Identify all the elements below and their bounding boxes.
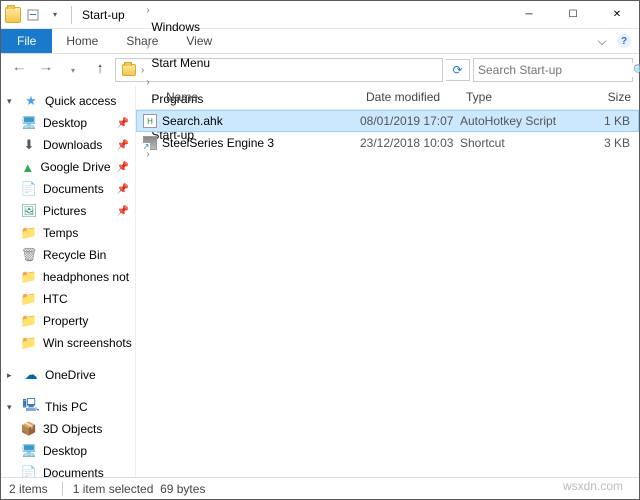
status-bar: 2 items 1 item selected 69 bytes [1,477,639,499]
sidebar-item[interactable]: 📁HTC [1,288,135,310]
ribbon: File Home Share View ⌵ ? [1,29,639,54]
file-size: 3 KB [578,136,638,150]
qat-dropdown-icon[interactable]: ▾ [45,5,65,25]
nav-recent-dropdown[interactable]: ▾ [61,58,85,82]
chevron-down-icon[interactable]: ▾ [7,96,17,107]
folder-icon: 🖥 [21,115,37,131]
sidebar-this-pc[interactable]: ▾🖳This PC [1,396,135,418]
column-type[interactable]: Type [460,86,578,109]
sidebar-item[interactable]: 📄Documents📌 [1,178,135,200]
sidebar-item[interactable]: 📦3D Objects [1,418,135,440]
sidebar-item[interactable]: ⬇Downloads📌 [1,134,135,156]
file-row[interactable]: H Search.ahk08/01/2019 17:07AutoHotkey Sc… [136,110,639,132]
folder-icon: 📁 [21,225,37,241]
quick-access-toolbar: ▾ Start-up [1,5,129,25]
sidebar-item[interactable]: 📁Win screenshots [1,332,135,354]
star-icon: ★ [23,93,39,109]
navigation-pane[interactable]: ▾★Quick access 🖥Desktop📌⬇Downloads📌▲Goog… [1,86,135,478]
sidebar-item[interactable]: 🖥Desktop📌 [1,112,135,134]
search-icon[interactable]: 🔍 [633,64,640,77]
file-type: AutoHotkey Script [460,114,578,128]
chevron-right-icon[interactable]: › [145,41,150,52]
ahk-file-icon: H [143,114,157,128]
folder-icon: ⬇ [21,137,37,153]
breadcrumb-item[interactable]: Windows [145,16,216,38]
search-box[interactable]: 🔍 [473,58,633,82]
main-area: ▾★Quick access 🖥Desktop📌⬇Downloads📌▲Goog… [1,86,639,478]
nav-back-button[interactable]: 🠐 [7,58,31,82]
folder-icon: ▲ [21,159,35,175]
pc-icon: 🖳 [23,399,39,415]
pin-icon: 📌 [117,118,129,129]
ribbon-file-tab[interactable]: File [1,29,52,53]
breadcrumb-icon [122,64,136,76]
folder-icon: 📁 [21,313,37,329]
sidebar-item[interactable]: 📁Temps [1,222,135,244]
refresh-button[interactable]: ⟳ [446,59,470,81]
column-name[interactable]: Name [160,86,360,109]
ribbon-expand-icon[interactable]: ⌵ [591,29,613,53]
status-selection: 1 item selected 69 bytes [62,482,206,496]
sidebar-item[interactable]: 🗑Recycle Bin [1,244,135,266]
folder-icon: 📁 [21,335,37,351]
status-item-count: 2 items [9,482,48,496]
sidebar-item[interactable]: 🖥Desktop [1,440,135,462]
separator [71,6,72,24]
file-date: 23/12/2018 10:03 [360,136,460,150]
pin-icon: 📌 [117,184,129,195]
column-date[interactable]: Date modified [360,86,460,109]
folder-icon: 🖥 [21,443,37,459]
file-type: Shortcut [460,136,578,150]
sidebar-item[interactable]: 📁Property [1,310,135,332]
breadcrumb-item[interactable]: Start Menu [145,52,216,74]
ribbon-home-tab[interactable]: Home [52,29,112,53]
nav-forward-button: 🠒 [34,58,58,82]
column-headers: Name Date modified Type Size [136,86,639,110]
file-name: Search.ahk [162,114,360,128]
app-icon[interactable] [5,7,21,23]
file-name: SteelSeries Engine 3 [162,136,360,150]
address-bar: 🠐 🠒 ▾ 🠑 › Microsoft›Windows›Start Menu›P… [1,54,639,86]
file-row[interactable]: SteelSeries Engine 323/12/2018 10:03Shor… [136,132,639,154]
sidebar-item[interactable]: ▲Google Drive📌 [1,156,135,178]
sidebar-item[interactable]: 📁headphones not [1,266,135,288]
chevron-right-icon[interactable]: ▸ [7,370,17,381]
search-input[interactable] [478,63,633,77]
shortcut-icon [143,136,157,150]
folder-icon: 📦 [21,421,37,437]
folder-icon: 🗑 [21,247,37,263]
onedrive-icon: ☁ [23,367,39,383]
sidebar-item[interactable]: 🖼Pictures📌 [1,200,135,222]
pin-icon: 📌 [117,206,129,217]
folder-icon: 🖼 [21,203,37,219]
file-date: 08/01/2019 17:07 [360,114,460,128]
sidebar-onedrive[interactable]: ▸☁OneDrive [1,364,135,386]
window-controls: ─ ☐ ✕ [507,1,639,29]
breadcrumb-item[interactable]: Microsoft [145,0,216,2]
folder-icon: 📁 [21,291,37,307]
sidebar-item[interactable]: 📄Documents [1,462,135,478]
pin-icon: 📌 [117,162,129,173]
column-size[interactable]: Size [578,86,638,109]
qat-properties-button[interactable] [23,5,43,25]
window-title: Start-up [82,8,125,22]
minimize-button[interactable]: ─ [507,1,551,29]
folder-icon: 📁 [21,269,37,285]
pin-icon: 📌 [117,140,129,151]
help-icon[interactable]: ? [617,34,631,48]
file-size: 1 KB [578,114,638,128]
file-list: Name Date modified Type Size H Search.ahk… [135,86,639,478]
breadcrumb[interactable]: › Microsoft›Windows›Start Menu›Programs›… [115,58,443,82]
chevron-down-icon[interactable]: ▾ [7,402,17,413]
folder-icon: 📄 [21,181,37,197]
nav-up-button[interactable]: 🠑 [88,58,112,82]
sidebar-quick-access[interactable]: ▾★Quick access [1,90,135,112]
maximize-button[interactable]: ☐ [551,1,595,29]
close-button[interactable]: ✕ [595,1,639,29]
chevron-right-icon[interactable]: › [145,5,150,16]
titlebar: ▾ Start-up ─ ☐ ✕ [1,1,639,29]
